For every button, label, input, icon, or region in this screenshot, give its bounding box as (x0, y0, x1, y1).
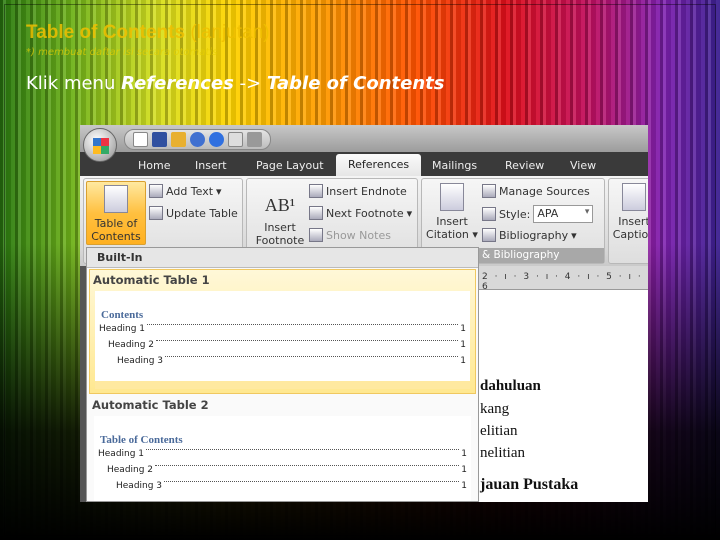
instr-prefix: Klik menu (26, 73, 122, 94)
insert-caption-label: Insert Caption (612, 215, 648, 241)
insert-citation-icon (440, 183, 464, 211)
save-icon[interactable] (152, 132, 167, 147)
print-preview-icon[interactable] (228, 132, 243, 147)
print-icon[interactable] (247, 132, 262, 147)
title-suffix: (lanjutan) (190, 22, 270, 43)
ruler: 2 · ı · 3 · ı · 4 · ı · 5 · ı · 6 (478, 266, 648, 292)
update-table-label: Update Table (166, 206, 238, 220)
toc-preview: Table of Contents Heading 11 Heading 21 … (94, 416, 471, 501)
bibliography-button[interactable]: Bibliography ▾ (482, 228, 577, 242)
show-notes-label: Show Notes (326, 228, 391, 242)
preview-heading: Heading 3 (116, 481, 163, 491)
tab-page-layout[interactable]: Page Layout (248, 156, 332, 175)
preview-heading: Heading 2 (108, 340, 155, 350)
instr-arrow: -> (233, 73, 267, 94)
slide-subtitle: *) membuat daftar isi secara otomatis (26, 47, 218, 58)
toc-dropdown-menu: Built-In Automatic Table 1 Contents Head… (86, 247, 479, 502)
doc-line: jauan Pustaka (480, 476, 579, 493)
table-of-contents-button[interactable]: Table of Contents ▾ (86, 181, 146, 256)
bibliography-icon (482, 228, 496, 242)
add-text-icon (149, 184, 163, 198)
insert-endnote-label: Insert Endnote (326, 184, 407, 198)
tab-home[interactable]: Home (130, 156, 178, 175)
preview-page: 1 (460, 324, 466, 334)
preview-page: 1 (461, 481, 467, 491)
word-screenshot: Home Insert Page Layout References Maili… (80, 125, 648, 502)
new-icon[interactable] (133, 132, 148, 147)
office-button[interactable] (83, 128, 117, 162)
style-icon (482, 207, 496, 221)
next-footnote-button[interactable]: Next Footnote ▾ (309, 206, 412, 220)
toc-icon (104, 185, 128, 213)
open-icon[interactable] (171, 132, 186, 147)
preview-page: 1 (460, 356, 466, 366)
undo-icon[interactable] (190, 132, 205, 147)
preview-heading: Heading 2 (107, 465, 154, 475)
quick-access-toolbar (80, 125, 648, 152)
redo-icon[interactable] (209, 132, 224, 147)
bibliography-label: Bibliography (499, 228, 569, 242)
preview-heading: Heading 3 (117, 356, 164, 366)
instr-menu: References (121, 73, 234, 94)
toc-preview: Contents Heading 1 1 Heading 2 1 Heading 3… (95, 291, 470, 389)
insert-caption-button[interactable]: Insert Caption (611, 183, 648, 241)
tab-view[interactable]: View (562, 156, 604, 175)
update-table-button[interactable]: Update Table (149, 206, 238, 220)
option-label: Automatic Table 2 (92, 398, 209, 412)
manage-sources-icon (482, 184, 496, 198)
ribbon-tabs: Home Insert Page Layout References Maili… (80, 152, 648, 176)
tab-insert[interactable]: Insert (187, 156, 235, 175)
automatic-table-2-option[interactable]: Automatic Table 2 Table of Contents Head… (89, 395, 476, 501)
document-area: 2 · ı · 3 · ı · 4 · ı · 5 · ı · 6 dahulu… (478, 266, 648, 502)
next-footnote-label: Next Footnote (326, 206, 404, 220)
insert-endnote-button[interactable]: Insert Endnote (309, 184, 407, 198)
doc-line: elitian (480, 423, 518, 439)
preview-title: Table of Contents (100, 434, 183, 446)
insert-citation-button[interactable]: Insert Citation ▾ (424, 183, 480, 241)
automatic-table-1-option[interactable]: Automatic Table 1 Contents Heading 1 1 He… (89, 269, 476, 394)
insert-citation-label: Insert Citation (426, 215, 469, 241)
endnote-icon (309, 184, 323, 198)
option-label: Automatic Table 1 (93, 273, 210, 287)
preview-heading: Heading 1 (98, 449, 145, 459)
footnote-icon: AB¹ (264, 195, 296, 215)
slide-title: Table of Contents (lanjutan) (26, 22, 270, 44)
doc-line: dahuluan (480, 378, 541, 394)
instr-target: Table of Contents (266, 73, 445, 94)
menu-section-header: Built-In (87, 248, 478, 268)
insert-caption-icon (622, 183, 646, 211)
show-notes-button[interactable]: Show Notes (309, 228, 391, 242)
update-table-icon (149, 206, 163, 220)
preview-page: 1 (461, 465, 467, 475)
style-label: Style: (499, 207, 531, 221)
preview-title: Contents (101, 309, 144, 321)
preview-page: 1 (461, 449, 467, 459)
style-select[interactable]: APA (533, 205, 594, 223)
tab-mailings[interactable]: Mailings (424, 156, 485, 175)
slide-instruction: Klik menu References -> Table of Content… (26, 73, 444, 94)
add-text-button[interactable]: Add Text ▾ (149, 184, 222, 198)
office-logo-icon (93, 138, 109, 154)
manage-sources-button[interactable]: Manage Sources (482, 184, 590, 198)
manage-sources-label: Manage Sources (499, 184, 590, 198)
toc-label: Table of Contents (91, 217, 141, 243)
preview-heading: Heading 1 (99, 324, 146, 334)
insert-footnote-button[interactable]: AB¹ Insert Footnote (251, 189, 309, 247)
captions-group: Insert Caption (608, 178, 648, 264)
tab-references[interactable]: References (336, 154, 422, 176)
insert-footnote-label: Insert Footnote (255, 221, 305, 247)
tab-review[interactable]: Review (497, 156, 552, 175)
title-main: Table of Contents (26, 22, 186, 43)
doc-line: kang (480, 401, 510, 417)
show-notes-icon (309, 228, 323, 242)
doc-line: nelitian (480, 445, 525, 461)
style-control: Style: APA (482, 205, 594, 223)
next-footnote-icon (309, 206, 323, 220)
add-text-label: Add Text (166, 184, 214, 198)
preview-page: 1 (460, 340, 466, 350)
